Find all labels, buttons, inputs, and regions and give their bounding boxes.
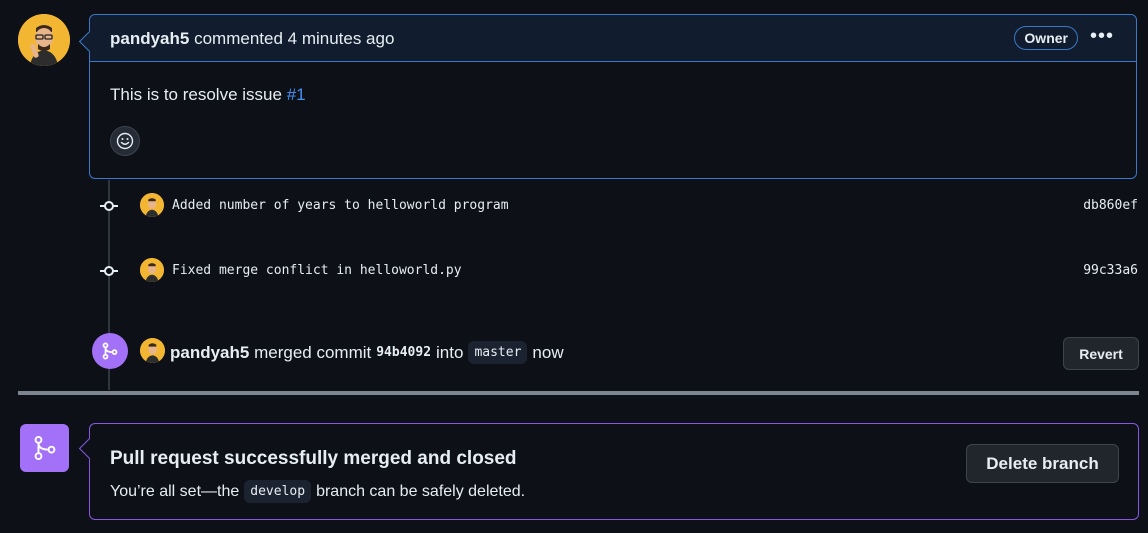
merged-sub-suffix: branch can be safely deleted. xyxy=(316,482,526,500)
comment-author-link[interactable]: pandyah5 xyxy=(110,29,189,48)
comment-meta[interactable]: commented 4 minutes ago xyxy=(194,29,394,48)
merge-into-text: into xyxy=(436,342,464,362)
merge-author-link[interactable]: pandyah5 xyxy=(170,343,249,363)
merge-event-text: pandyah5 merged commit 94b4092 into mast… xyxy=(170,341,564,364)
merged-sub-prefix: You’re all set—the xyxy=(110,482,240,500)
commit-sha-link[interactable]: db860ef xyxy=(1083,198,1138,213)
smiley-icon xyxy=(116,132,134,150)
base-branch-chip[interactable]: master xyxy=(468,341,528,364)
git-commit-icon xyxy=(100,201,118,211)
commit-author-avatar[interactable] xyxy=(140,258,164,282)
merge-author-avatar[interactable] xyxy=(140,338,165,363)
git-merge-icon xyxy=(92,333,128,369)
owner-badge: Owner xyxy=(1014,26,1078,50)
merged-status-card: Pull request successfully merged and clo… xyxy=(78,423,1139,520)
comment-author-avatar[interactable] xyxy=(18,14,70,66)
comment-body-text: This is to resolve issue xyxy=(110,85,282,104)
merge-commit-link[interactable]: 94b4092 xyxy=(376,345,431,360)
merge-action: merged commit xyxy=(254,342,372,362)
comment-card: pandyah5 commented 4 minutes ago Owner •… xyxy=(78,14,1137,179)
commit-message[interactable]: Fixed merge conflict in helloworld.py xyxy=(172,263,462,278)
merged-title: Pull request successfully merged and clo… xyxy=(110,448,517,469)
merged-card-pointer xyxy=(78,437,101,460)
issue-link[interactable]: #1 xyxy=(287,85,306,104)
commit-author-avatar[interactable] xyxy=(140,193,164,217)
commit-sha-link[interactable]: 99c33a6 xyxy=(1083,263,1138,278)
comment-header-text: pandyah5 commented 4 minutes ago xyxy=(110,29,394,49)
kebab-horizontal-icon[interactable]: ••• xyxy=(1090,25,1114,48)
merged-subtitle: You’re all set—the develop branch can be… xyxy=(110,480,525,503)
git-commit-icon xyxy=(100,266,118,276)
head-branch-chip[interactable]: develop xyxy=(244,480,312,503)
timeline-separator xyxy=(18,391,1139,395)
delete-branch-button[interactable]: Delete branch xyxy=(966,444,1119,483)
merge-time[interactable]: now xyxy=(532,343,563,363)
commit-message[interactable]: Added number of years to helloworld prog… xyxy=(172,198,509,213)
comment-body: This is to resolve issue #1 xyxy=(110,85,306,105)
comment-pointer xyxy=(78,30,101,53)
add-reaction-button[interactable] xyxy=(110,126,140,156)
git-merge-status-icon xyxy=(20,424,69,472)
revert-button[interactable]: Revert xyxy=(1063,337,1139,370)
comment-header: pandyah5 commented 4 minutes ago Owner •… xyxy=(78,15,1136,62)
